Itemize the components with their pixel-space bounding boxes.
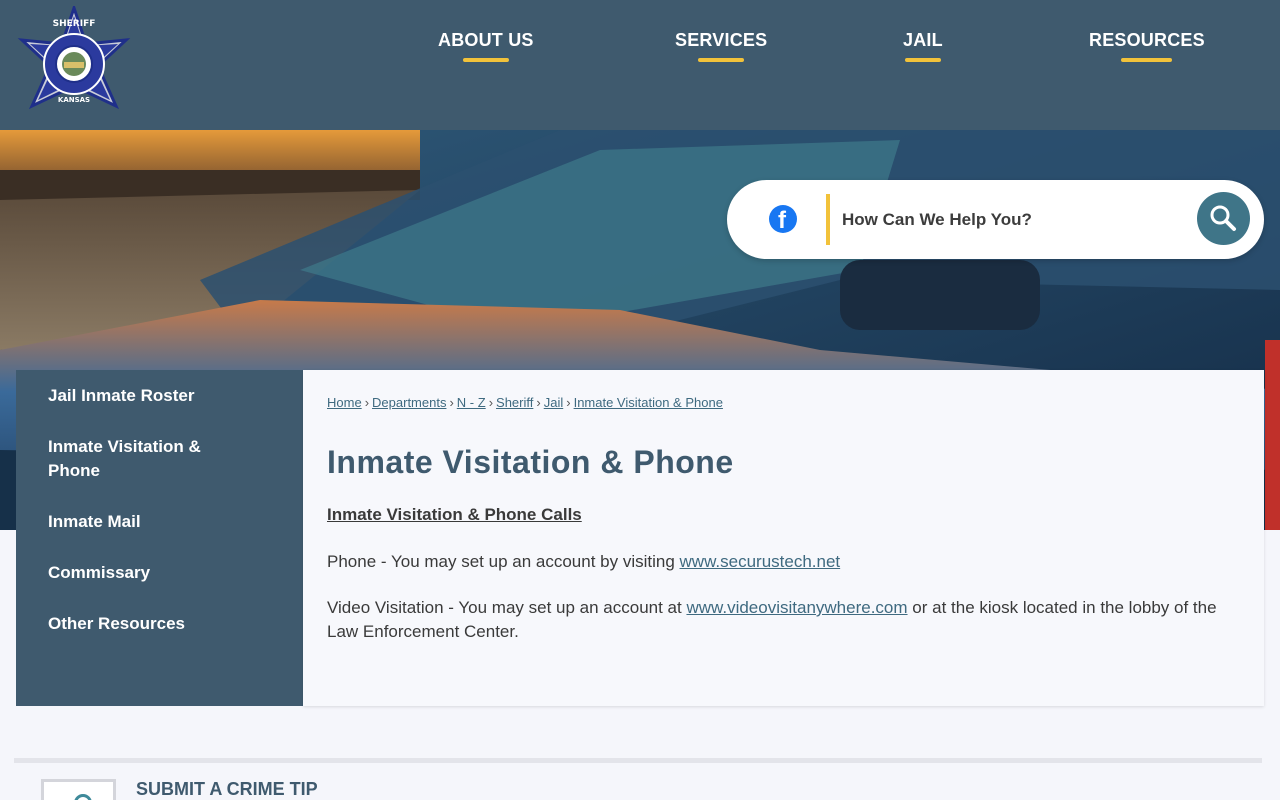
- video-text: Video Visitation - You may set up an acc…: [327, 598, 687, 617]
- nav-underline: [462, 58, 509, 62]
- submit-crime-tip-link[interactable]: SUBMIT A CRIME TIP: [136, 779, 318, 800]
- section-subheading: Inmate Visitation & Phone Calls: [327, 505, 582, 524]
- main-content: Home › Departments › N - Z › Sheriff › Jail › Inma…: [303, 370, 1264, 706]
- breadcrumb-separator: ›: [364, 395, 370, 410]
- breadcrumb-sheriff[interactable]: Sheriff: [496, 395, 533, 410]
- breadcrumb-separator: ›: [449, 395, 454, 410]
- sidebar-item-jail-inmate-roster[interactable]: Jail Inmate Roster: [48, 384, 248, 408]
- breadcrumb-separator: ›: [566, 395, 571, 410]
- video-visitation-paragraph: Video Visitation - You may set up an acc…: [327, 596, 1227, 644]
- nav-jail-label: JAIL: [903, 30, 943, 50]
- search-icon: [1210, 205, 1236, 231]
- crime-tip-icon-box[interactable]: [41, 779, 116, 800]
- securustech-link[interactable]: www.securustech.net: [680, 552, 841, 571]
- site-header: SHERIFF KANSAS ABOUT US SERVICES JAIL RE…: [0, 0, 1280, 130]
- nav-jail[interactable]: JAIL: [903, 30, 943, 62]
- page-title: Inmate Visitation & Phone: [327, 444, 734, 480]
- breadcrumb-home[interactable]: Home: [327, 395, 362, 410]
- nav-underline: [1121, 58, 1173, 62]
- sidebar-item-inmate-visitation-phone[interactable]: Inmate Visitation & Phone: [48, 435, 218, 483]
- search-divider: [826, 194, 830, 245]
- nav-services[interactable]: SERVICES: [675, 30, 767, 62]
- breadcrumb-jail[interactable]: Jail: [544, 395, 564, 410]
- search-input[interactable]: [842, 204, 1182, 236]
- sidebar-item-other-resources[interactable]: Other Resources: [48, 612, 248, 636]
- nav-resources[interactable]: RESOURCES: [1089, 30, 1205, 62]
- sidebar-nav: Jail Inmate Roster Inmate Visitation & P…: [16, 370, 303, 706]
- videovisitanywhere-link[interactable]: www.videovisitanywhere.com: [686, 598, 907, 617]
- nav-about-us[interactable]: ABOUT US: [438, 30, 534, 62]
- footer-divider: [14, 758, 1262, 763]
- breadcrumb: Home › Departments › N - Z › Sheriff › Jail › Inma…: [327, 395, 723, 410]
- nav-about-us-label: ABOUT US: [438, 30, 534, 50]
- breadcrumb-departments[interactable]: Departments: [372, 395, 446, 410]
- breadcrumb-current[interactable]: Inmate Visitation & Phone: [574, 395, 723, 410]
- nav-underline: [904, 58, 941, 62]
- main-nav: ABOUT US SERVICES JAIL RESOURCES: [0, 0, 1280, 130]
- facebook-icon[interactable]: f: [769, 205, 797, 234]
- phone-paragraph: Phone - You may set up an account by vis…: [327, 550, 1227, 574]
- breadcrumb-separator: ›: [536, 395, 541, 410]
- sidebar-item-commissary[interactable]: Commissary: [48, 561, 248, 585]
- nav-services-label: SERVICES: [675, 30, 768, 50]
- breadcrumb-n-z[interactable]: N - Z: [457, 395, 486, 410]
- breadcrumb-separator: ›: [488, 395, 494, 410]
- nav-resources-label: RESOURCES: [1089, 30, 1205, 50]
- sidebar-item-inmate-mail[interactable]: Inmate Mail: [48, 510, 248, 534]
- phone-text: Phone - You may set up an account by vis…: [327, 552, 680, 571]
- nav-underline: [698, 58, 745, 62]
- crime-tip-icon: [74, 794, 92, 800]
- search-button[interactable]: [1197, 192, 1250, 245]
- search-bar: f: [727, 180, 1264, 259]
